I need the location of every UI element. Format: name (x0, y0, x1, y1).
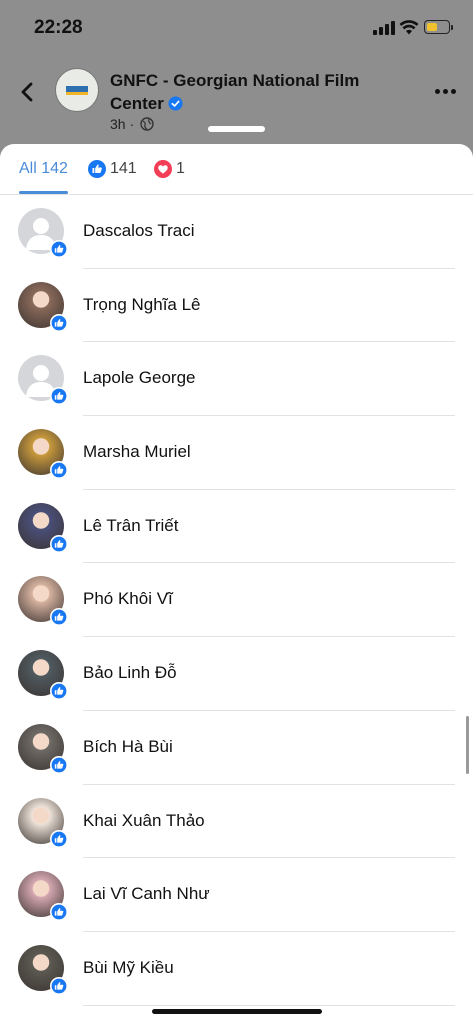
like-badge-icon (50, 313, 68, 332)
row-divider (83, 1004, 455, 1006)
like-badge-icon (50, 682, 68, 701)
post-meta: 3h · (110, 116, 154, 132)
tab-all[interactable]: All 142 (19, 158, 68, 180)
like-badge-icon (50, 829, 68, 848)
signal-icon (373, 21, 395, 35)
reactor-name[interactable]: Dascalos Traci (83, 221, 194, 241)
reactor-row[interactable]: Bùi Mỹ Kiều (0, 932, 473, 1006)
reactor-name[interactable]: Khai Xuân Thảo (83, 811, 205, 831)
reactor-name[interactable]: Bích Hà Bùi (83, 737, 173, 757)
tab-love[interactable]: 1 (154, 158, 185, 180)
like-reaction-icon (88, 160, 106, 178)
back-arrow-icon[interactable] (14, 78, 42, 106)
status-bar: 22:28 (0, 0, 473, 56)
reactor-name[interactable]: Trọng Nghĩa Lê (83, 295, 201, 315)
sheet-grabber[interactable] (208, 126, 265, 132)
post-time: 3h · (110, 116, 135, 132)
reactor-row[interactable]: Trọng Nghĩa Lê (0, 269, 473, 343)
like-badge-icon (50, 240, 68, 258)
like-badge-icon (50, 976, 68, 995)
reaction-tabs: All 142 141 1 (0, 144, 473, 194)
like-badge-icon (50, 387, 68, 406)
more-options-icon[interactable] (433, 86, 459, 98)
scrollbar[interactable] (466, 716, 469, 774)
like-badge-icon (50, 461, 68, 480)
reactor-row[interactable]: Lê Trân Triết (0, 490, 473, 564)
page-logo-icon (66, 86, 88, 95)
globe-icon (140, 117, 154, 131)
tab-love-count: 1 (176, 160, 185, 177)
like-badge-icon (50, 903, 68, 922)
wifi-icon (399, 20, 419, 35)
reactor-row[interactable]: Lapole George (0, 342, 473, 417)
tab-like[interactable]: 141 (88, 158, 137, 180)
status-time: 22:28 (34, 17, 83, 38)
reactor-row[interactable]: Phó Khôi Vĩ (0, 563, 473, 638)
like-badge-icon (50, 608, 68, 627)
battery-cap (451, 25, 453, 30)
reactor-row[interactable]: Bảo Linh Đỗ (0, 637, 473, 711)
tab-like-count: 141 (110, 160, 137, 177)
reactor-name[interactable]: Bảo Linh Đỗ (83, 663, 177, 683)
battery-icon (424, 20, 450, 34)
reactor-name[interactable]: Lê Trân Triết (83, 516, 178, 536)
reactor-row[interactable]: Lai Vĩ Canh Như (0, 858, 473, 932)
page-name[interactable]: GNFC - Georgian National Film Center (110, 69, 400, 115)
reactor-name[interactable]: Phó Khôi Vĩ (83, 589, 173, 609)
verified-badge-icon (168, 96, 183, 111)
post-header: GNFC - Georgian National Film Center 3h … (0, 56, 473, 146)
reactor-name[interactable]: Lapole George (83, 368, 195, 388)
page-name-text: GNFC - Georgian National Film Center (110, 71, 360, 113)
reactor-row[interactable]: Dascalos Traci (0, 195, 473, 269)
reactions-sheet: All 142 141 1 Dascalos Traci Trọng Nghĩa … (0, 144, 473, 1024)
home-indicator[interactable] (152, 1009, 322, 1014)
reactor-row[interactable]: Marsha Muriel (0, 416, 473, 490)
tab-all-label: All 142 (19, 160, 68, 177)
battery-level (427, 23, 437, 31)
reactor-name[interactable]: Lai Vĩ Canh Như (83, 884, 210, 904)
reactor-name[interactable]: Bùi Mỹ Kiều (83, 958, 174, 978)
like-badge-icon (50, 534, 68, 553)
love-reaction-icon (154, 160, 172, 178)
page-avatar[interactable] (55, 68, 99, 112)
like-badge-icon (50, 755, 68, 774)
reactor-row[interactable]: Khai Xuân Thảo (0, 785, 473, 859)
reactor-list: Dascalos Traci Trọng Nghĩa Lê Lapole Georg… (0, 195, 473, 1006)
reactor-name[interactable]: Marsha Muriel (83, 442, 191, 462)
reactor-row[interactable]: Bích Hà Bùi (0, 711, 473, 785)
